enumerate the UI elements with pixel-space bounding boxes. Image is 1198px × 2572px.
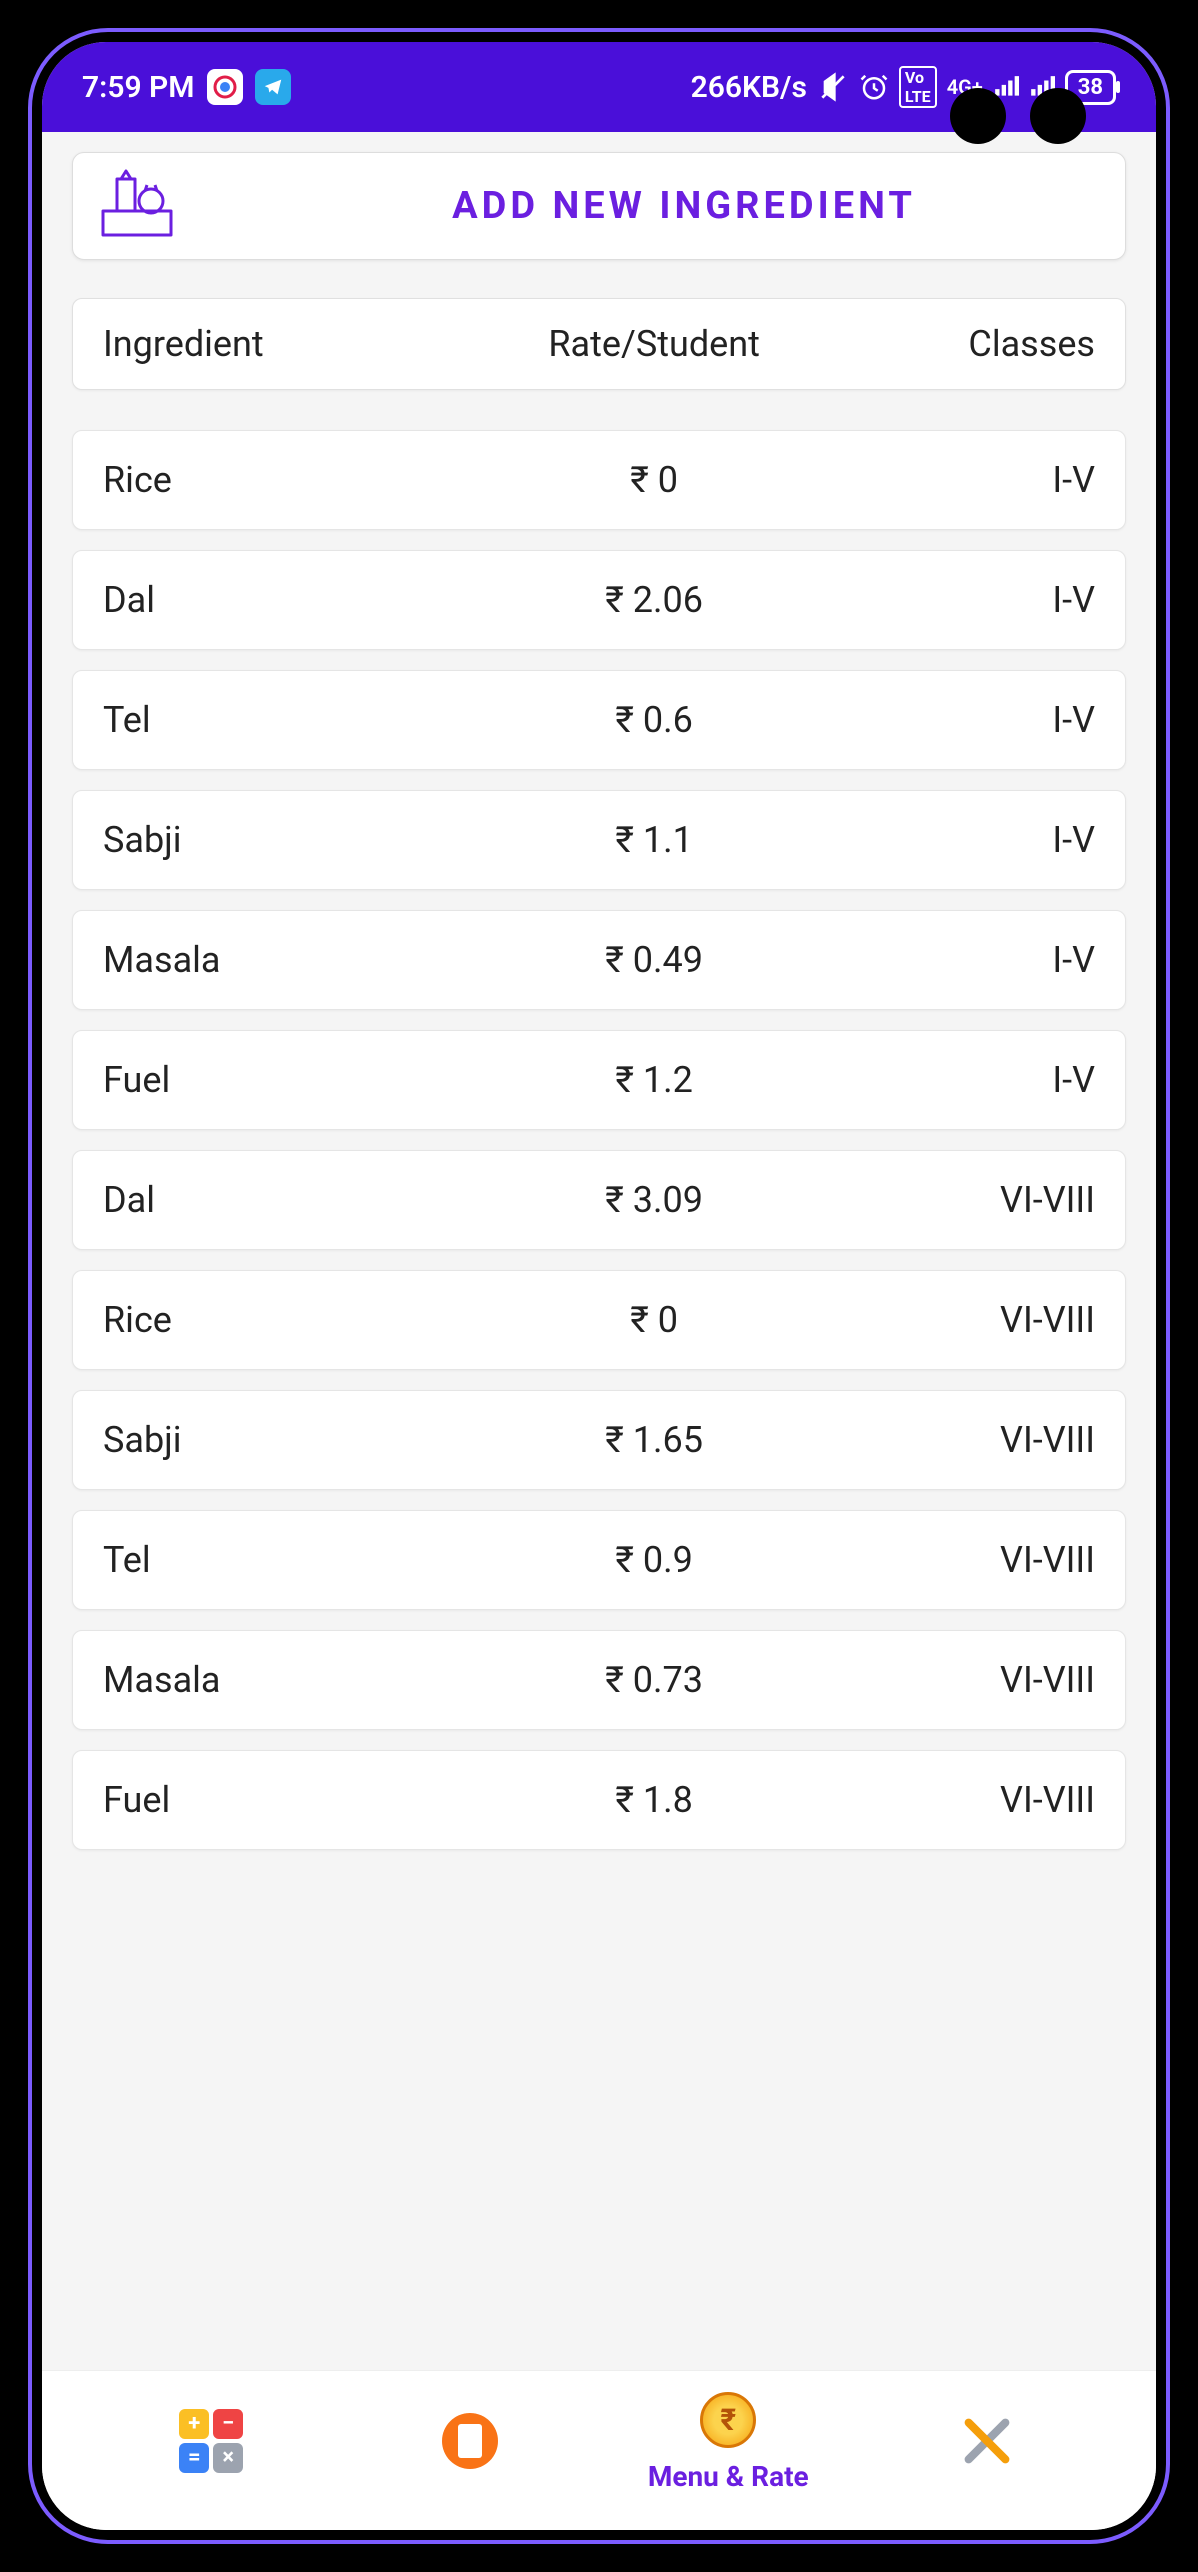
cell-classes: VI-VIII: [838, 1659, 1095, 1701]
cell-classes: I-V: [838, 579, 1095, 621]
table-header: Ingredient Rate/Student Classes: [72, 298, 1126, 390]
phone-frame: 7:59 PM 266KB/s VoLTE: [0, 0, 1198, 2572]
phone-bezel: 7:59 PM 266KB/s VoLTE: [28, 28, 1170, 2544]
nav-calculator[interactable]: + − = ×: [82, 2409, 341, 2473]
cell-ingredient: Sabji: [103, 1419, 470, 1461]
cell-classes: VI-VIII: [838, 1539, 1095, 1581]
ingredient-row[interactable]: Masala₹ 0.73VI-VIII: [72, 1630, 1126, 1730]
ingredient-row[interactable]: Fuel₹ 1.2I-V: [72, 1030, 1126, 1130]
ingredient-row[interactable]: Rice₹ 0I-V: [72, 430, 1126, 530]
tools-icon: [955, 2409, 1019, 2473]
cell-rate: ₹ 1.65: [470, 1419, 837, 1461]
cell-ingredient: Rice: [103, 459, 470, 501]
main-content: ADD NEW INGREDIENT Ingredient Rate/Stude…: [42, 132, 1156, 2370]
cell-rate: ₹ 0.73: [470, 1659, 837, 1701]
cell-ingredient: Fuel: [103, 1779, 470, 1821]
ingredient-list: Rice₹ 0I-VDal₹ 2.06I-VTel₹ 0.6I-VSabji₹ …: [72, 430, 1126, 1850]
cell-ingredient: Masala: [103, 1659, 470, 1701]
ingredient-row[interactable]: Masala₹ 0.49I-V: [72, 910, 1126, 1010]
coin-icon: ₹: [696, 2388, 760, 2452]
ingredient-row[interactable]: Rice₹ 0VI-VIII: [72, 1270, 1126, 1370]
cell-classes: I-V: [838, 699, 1095, 741]
volte-icon: VoLTE: [899, 66, 937, 108]
cell-classes: VI-VIII: [838, 1179, 1095, 1221]
front-camera-1: [950, 88, 1006, 144]
ingredient-row[interactable]: Sabji₹ 1.65VI-VIII: [72, 1390, 1126, 1490]
ingredient-row[interactable]: Dal₹ 3.09VI-VIII: [72, 1150, 1126, 1250]
cell-classes: VI-VIII: [838, 1299, 1095, 1341]
groceries-icon: [97, 169, 177, 243]
cell-rate: ₹ 1.1: [470, 819, 837, 861]
add-ingredient-button[interactable]: ADD NEW INGREDIENT: [72, 152, 1126, 260]
cell-ingredient: Dal: [103, 1179, 470, 1221]
cell-classes: I-V: [838, 1059, 1095, 1101]
cell-rate: ₹ 0.49: [470, 939, 837, 981]
header-classes: Classes: [838, 323, 1095, 365]
cell-ingredient: Fuel: [103, 1059, 470, 1101]
header-ingredient: Ingredient: [103, 323, 470, 365]
cell-rate: ₹ 1.8: [470, 1779, 837, 1821]
nav-menu-rate-label: Menu & Rate: [648, 2460, 809, 2493]
cell-rate: ₹ 0: [470, 459, 837, 501]
register-icon: [438, 2409, 502, 2473]
cell-ingredient: Dal: [103, 579, 470, 621]
cell-classes: I-V: [838, 459, 1095, 501]
cell-ingredient: Masala: [103, 939, 470, 981]
ingredient-row[interactable]: Sabji₹ 1.1I-V: [72, 790, 1126, 890]
cell-ingredient: Tel: [103, 699, 470, 741]
cell-classes: I-V: [838, 819, 1095, 861]
cell-rate: ₹ 0.9: [470, 1539, 837, 1581]
status-datarate: 266KB/s: [691, 70, 807, 105]
cell-rate: ₹ 0: [470, 1299, 837, 1341]
telegram-app-icon: [255, 69, 291, 105]
ingredient-row[interactable]: Dal₹ 2.06I-V: [72, 550, 1126, 650]
cell-classes: VI-VIII: [838, 1419, 1095, 1461]
cell-ingredient: Sabji: [103, 819, 470, 861]
cell-classes: I-V: [838, 939, 1095, 981]
nav-register[interactable]: [341, 2409, 600, 2473]
nav-settings[interactable]: [858, 2409, 1117, 2473]
cell-rate: ₹ 1.2: [470, 1059, 837, 1101]
calculator-icon: + − = ×: [179, 2409, 243, 2473]
alarm-icon: [859, 72, 889, 102]
copilot-app-icon: [207, 69, 243, 105]
cell-rate: ₹ 2.06: [470, 579, 837, 621]
header-rate: Rate/Student: [470, 323, 837, 365]
cell-rate: ₹ 3.09: [470, 1179, 837, 1221]
battery-level: 38: [1078, 75, 1103, 100]
ingredient-row[interactable]: Tel₹ 0.9VI-VIII: [72, 1510, 1126, 1610]
cell-rate: ₹ 0.6: [470, 699, 837, 741]
nav-menu-rate[interactable]: ₹ Menu & Rate: [599, 2388, 858, 2493]
ingredient-row[interactable]: Fuel₹ 1.8VI-VIII: [72, 1750, 1126, 1850]
vibrate-icon: [817, 71, 849, 103]
ingredient-row[interactable]: Tel₹ 0.6I-V: [72, 670, 1126, 770]
screen: 7:59 PM 266KB/s VoLTE: [42, 42, 1156, 2530]
add-ingredient-label: ADD NEW INGREDIENT: [267, 184, 1101, 228]
cell-ingredient: Tel: [103, 1539, 470, 1581]
bottom-nav: + − = × ₹ Menu & Ra: [42, 2370, 1156, 2530]
front-camera-2: [1030, 88, 1086, 144]
status-time: 7:59 PM: [82, 70, 195, 105]
cell-ingredient: Rice: [103, 1299, 470, 1341]
cell-classes: VI-VIII: [838, 1779, 1095, 1821]
